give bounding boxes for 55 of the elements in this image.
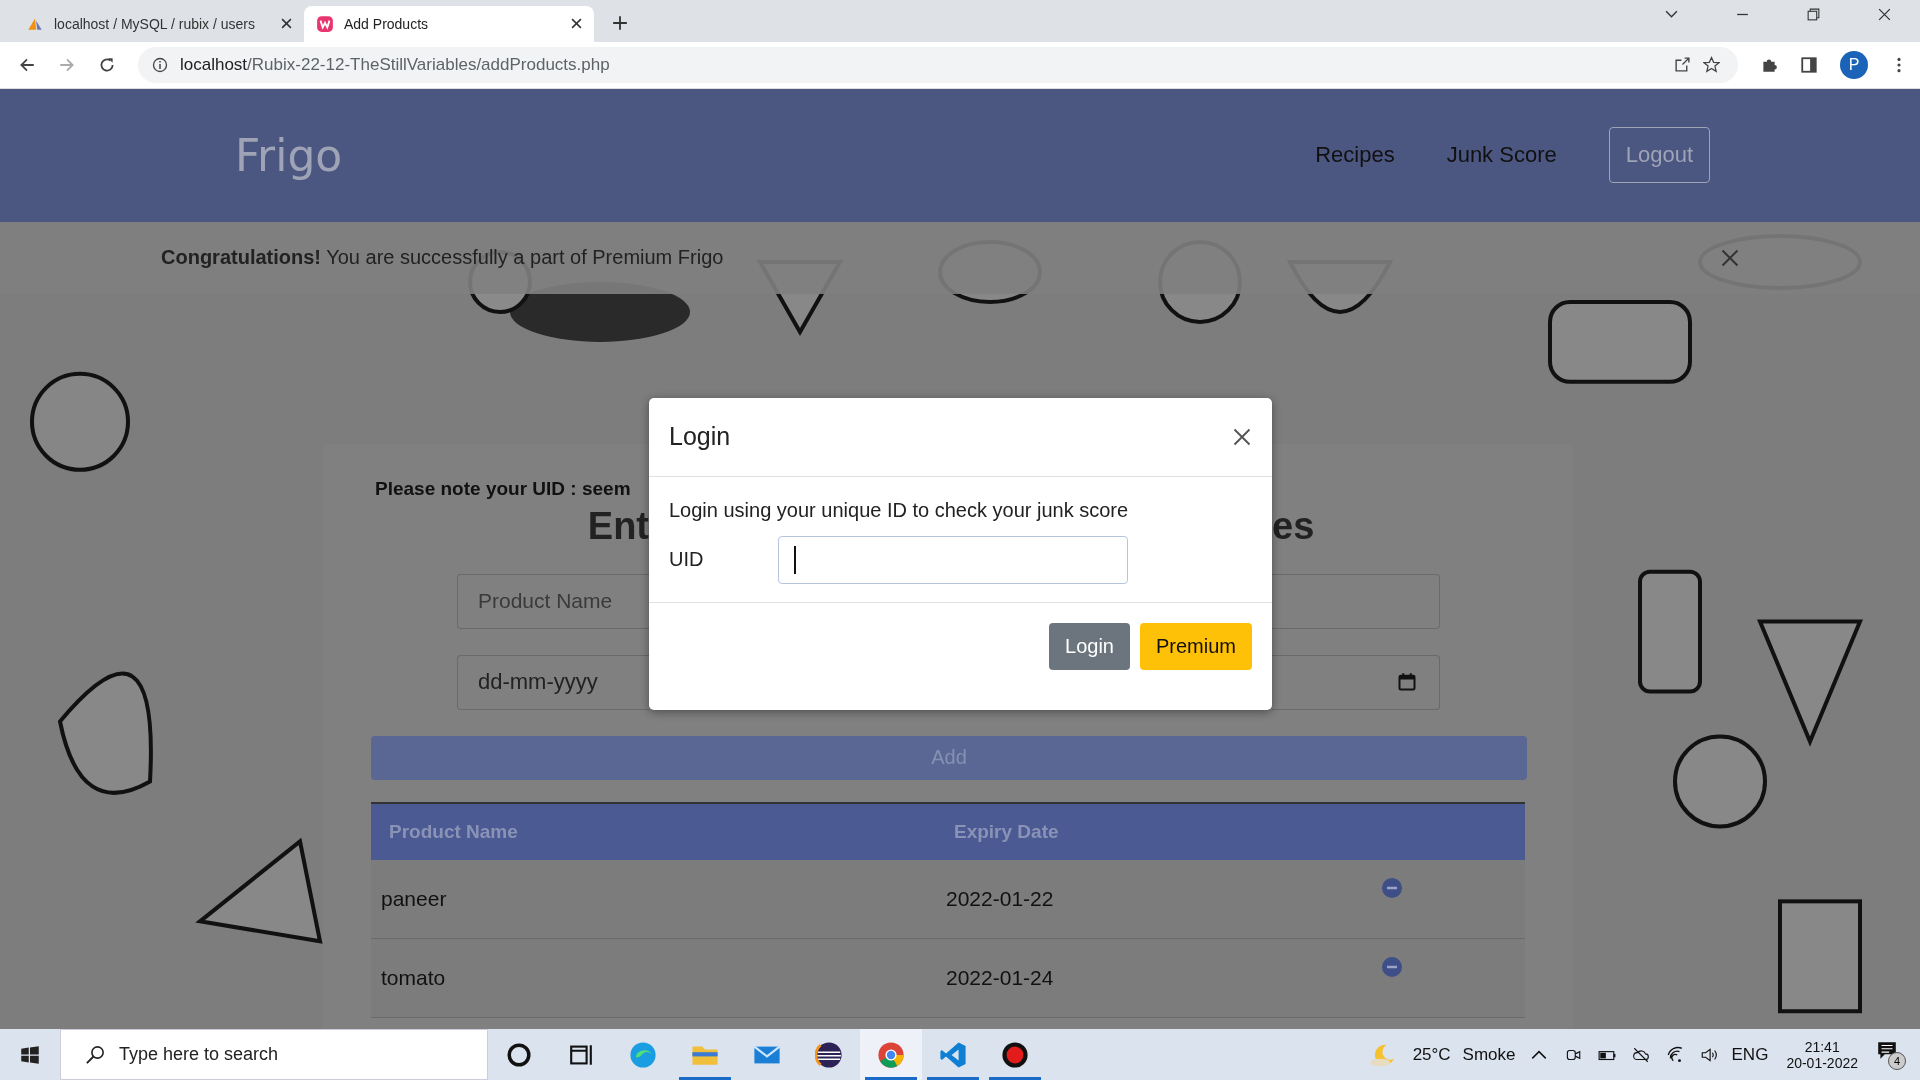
new-tab-icon[interactable] [612,14,628,31]
table-cell-text: paneer [380,886,448,911]
chrome-icon [877,1040,905,1069]
table-cell-text: 2022-01-24 [945,965,1055,990]
star-icon[interactable] [1703,56,1720,74]
uid-field[interactable] [778,535,1128,584]
close-icon[interactable] [1877,7,1892,23]
code-editor-icon [939,1040,967,1069]
windows-start-icon[interactable] [20,1044,40,1065]
language-indicator[interactable]: ENG [1731,1044,1769,1065]
calendar-icon[interactable] [1397,672,1417,693]
column-header: Product Name [388,820,519,843]
dialog-title: Login [669,422,731,452]
column-header: Expiry Date [953,820,1060,843]
restore-icon[interactable] [1806,7,1821,23]
table-cell-text: 2022-01-22 [945,886,1055,911]
reload-icon[interactable] [98,55,116,74]
remove-icon[interactable] [1382,877,1402,898]
date-field[interactable]: dd-mm-yyyy [457,654,649,710]
alert-message: Congratulations! You are successfully a part of Premium Frigo [161,246,725,270]
wifi-icon[interactable] [1665,1045,1684,1064]
speaker-icon[interactable] [1699,1045,1718,1064]
login-button[interactable]: Login [1049,622,1130,670]
page-heading: Ent [587,503,649,549]
edge-icon [629,1040,657,1069]
browser-tab[interactable]: Add Products [304,5,594,42]
close-icon[interactable] [571,18,582,30]
browser-tab[interactable]: localhost / MySQL / rubix / users [14,5,304,42]
table-cell-text: tomato [380,965,447,990]
quantity-field[interactable] [1272,573,1440,629]
clock[interactable]: 21:41 20-01-2022 [1786,1038,1858,1071]
w-logo-icon [316,14,334,33]
dialog-message: Login using your unique ID to check your junk score [669,498,1130,522]
notification-button[interactable]: 4 [1876,1039,1906,1070]
weather-text[interactable]: Smoke [1462,1044,1516,1065]
cloud-off-icon[interactable] [1631,1045,1650,1064]
eclipse-icon [815,1040,843,1069]
product-name-field[interactable]: Product Name [457,573,649,629]
premium-button[interactable]: Premium [1140,622,1252,670]
info-icon[interactable] [152,56,168,73]
uid-label: UID [669,548,705,572]
uid-note: Please note your UID : seem [374,477,632,500]
remove-icon[interactable] [1382,956,1402,977]
close-icon[interactable] [1232,426,1252,447]
record-icon [1001,1040,1029,1069]
share-icon[interactable] [1674,56,1691,74]
address-bar[interactable]: localhost/Rubix-22-12-TheStillVariables/addProducts.php [138,46,1738,83]
sidebar-icon[interactable] [1800,55,1818,74]
taskbar-search-field[interactable]: Type here to search [60,1029,488,1080]
circle-icon [505,1040,533,1069]
close-icon[interactable] [281,18,292,30]
profile-avatar[interactable]: P [1840,50,1868,79]
search-icon [85,1044,105,1065]
temperature-text[interactable]: 25°C [1412,1044,1451,1065]
page-heading: es [1272,503,1315,549]
